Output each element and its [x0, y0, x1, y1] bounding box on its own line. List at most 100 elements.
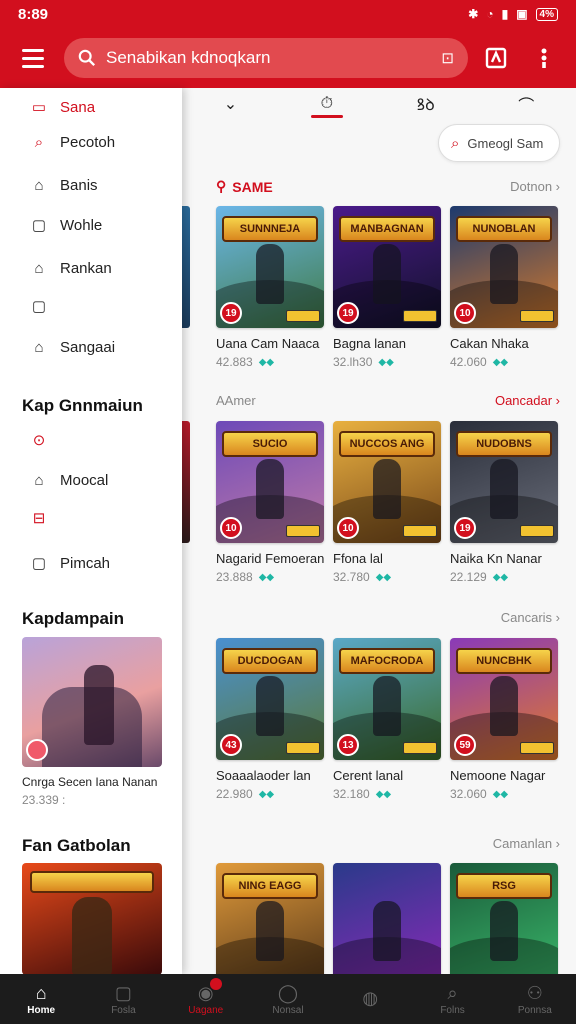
status-icons: ✱ ◔ ▮ ▣ 4%: [468, 7, 558, 21]
see-more-link[interactable]: Oancadar ›: [495, 393, 560, 408]
nav-item[interactable]: ⌂ Home: [0, 974, 82, 1024]
nav-item[interactable]: ◯ Nonsal: [247, 974, 329, 1024]
see-more-link[interactable]: Cancaris ›: [501, 610, 560, 625]
drawer-game-card[interactable]: Cnrga Secen Iana Nanan 23.339 :: [22, 637, 162, 807]
search-chip[interactable]: ⌕ Gmeogl Sam: [438, 124, 560, 162]
drawer-item[interactable]: ▢: [0, 289, 182, 323]
tab-1[interactable]: ⌄: [214, 88, 247, 120]
notification-badge: [209, 978, 222, 990]
partial-card: [182, 421, 190, 543]
tab-bar: ⌄ ⏱ ꝸꝺ ⌒: [182, 88, 576, 120]
price-tag: [286, 525, 320, 537]
nav-icon: ◯: [277, 982, 299, 1003]
game-thumbnail: DUCDOGAN 43: [216, 638, 324, 760]
drawer-item[interactable]: ▭ Sana: [0, 90, 182, 124]
see-more-link[interactable]: Camanlan ›: [493, 836, 560, 851]
signal-icon: ▮: [501, 7, 509, 21]
section-header: Cancaris ›: [216, 610, 560, 625]
drawer-item[interactable]: ⌕ Pecotoh: [0, 125, 182, 159]
drawer-heading: Kapdampain: [22, 609, 125, 628]
drawer-item[interactable]: ⌂ Banis: [0, 168, 182, 202]
age-rating-badge: 59: [454, 734, 476, 756]
drawer-item[interactable]: ▢ Pimcah: [0, 546, 182, 580]
game-card[interactable]: NING EAGG: [216, 863, 324, 974]
bluetooth-icon: ✱: [468, 7, 479, 21]
drawer-item-icon: ⌂: [34, 259, 44, 277]
alarm-icon: ◔: [486, 7, 494, 21]
drawer-item[interactable]: ⊟: [0, 501, 182, 535]
game-card[interactable]: RSG: [450, 863, 558, 974]
game-card[interactable]: SUCIO 10 Nagarid Femoeran 23.888 ◆◆: [216, 421, 324, 584]
nav-item[interactable]: ◉ Uagane: [165, 974, 247, 1024]
nav-item[interactable]: ◍: [329, 974, 411, 1024]
search-input[interactable]: Senabikan kdnoqkarn ⊡: [64, 38, 468, 78]
rating-icon: ◆◆: [375, 571, 392, 583]
price-tag: [403, 310, 437, 322]
game-card[interactable]: MANBAGNAN 19 Bagna lanan 32.lh30 ◆◆: [333, 206, 441, 369]
nav-label: Fosla: [111, 1004, 136, 1016]
drawer-item-icon: ▢: [31, 555, 47, 572]
game-thumbnail: [333, 863, 441, 974]
menu-icon[interactable]: [12, 37, 54, 79]
game-card[interactable]: NUDOBNS 19 Naika Kn Nanar 22.129 ◆◆: [450, 421, 558, 584]
game-card[interactable]: NUCCOS ANG 10 Ffona lal 32.780 ◆◆: [333, 421, 441, 584]
game-card[interactable]: MAFOCRODA 13 Cerent lanal 32.180 ◆◆: [333, 638, 441, 801]
rating-icon: ◆◆: [258, 788, 275, 800]
age-rating-badge: 10: [220, 517, 242, 539]
game-card[interactable]: SUNNNEJA 19 Uana Cam Naaca 42.883 ◆◆: [216, 206, 324, 369]
game-card[interactable]: NUNCBHK 59 Nemoone Nagar 32.060 ◆◆: [450, 638, 558, 801]
drawer-item-icon: ⌂: [34, 176, 44, 194]
nav-item[interactable]: ⌕ Folns: [411, 974, 493, 1024]
tab-4[interactable]: ⌒: [508, 88, 544, 120]
nav-label: Folns: [440, 1004, 465, 1016]
game-logo: SUCIO: [222, 431, 318, 457]
top-app-bar: Senabikan kdnoqkarn ⊡: [0, 28, 576, 88]
game-meta: 32.180 ◆◆: [333, 787, 392, 801]
game-title: Cakan Nhaka: [450, 336, 529, 351]
drawer-item[interactable]: ⌂ Rankan: [0, 251, 182, 285]
store-icon[interactable]: [476, 38, 516, 78]
age-rating-badge: 19: [220, 302, 242, 324]
cast-icon[interactable]: ⊡: [441, 49, 454, 67]
price-tag: [286, 742, 320, 754]
section-header: Camanlan ›: [216, 836, 560, 851]
nav-label: Ponnsa: [517, 1004, 552, 1016]
game-title: Uana Cam Naaca: [216, 336, 320, 351]
price-tag: [520, 310, 554, 322]
nav-label: Nonsal: [272, 1004, 304, 1016]
game-logo: SUNNNEJA: [222, 216, 318, 242]
game-card[interactable]: DUCDOGAN 43 Soaaalaoder lan 22.980 ◆◆: [216, 638, 324, 801]
search-chip-label: Gmeogl Sam: [467, 135, 544, 151]
drawer-game-card[interactable]: [22, 863, 162, 974]
partial-card: [182, 206, 190, 328]
rating-icon: ◆◆: [258, 571, 275, 583]
tab-3[interactable]: ꝸꝺ: [407, 88, 445, 120]
age-rating-badge: 13: [337, 734, 359, 756]
navigation-drawer: ▭ Sana ⌕ Pecotoh ⌂ Banis ▢ Wohle ⌂ Rankan ▢ ⌂ Sangaa…: [0, 88, 182, 974]
game-meta: 22.980 ◆◆: [216, 787, 275, 801]
more-options-icon[interactable]: [524, 38, 564, 78]
drawer-item[interactable]: ⌂ Sangaai: [0, 330, 182, 364]
price-tag: [520, 525, 554, 537]
drawer-item[interactable]: ▢ Wohle: [0, 208, 182, 242]
game-thumbnail: NUNOBLAN 10: [450, 206, 558, 328]
drawer-heading: Fan Gatbolan: [22, 836, 131, 855]
game-thumbnail: SUNNNEJA 19: [216, 206, 324, 328]
nav-item[interactable]: ⚇ Ponnsa: [494, 974, 576, 1024]
section-header: ⚲ SAME Dotnon ›: [216, 178, 560, 195]
game-meta: 22.129 ◆◆: [450, 570, 509, 584]
age-rating-badge: 10: [454, 302, 476, 324]
age-rating-badge: 19: [337, 302, 359, 324]
search-icon: [78, 49, 96, 67]
nav-label: Home: [27, 1004, 56, 1016]
drawer-item[interactable]: ⊙: [0, 423, 182, 457]
game-card[interactable]: NUNOBLAN 10 Cakan Nhaka 42.060 ◆◆: [450, 206, 558, 369]
game-logo: NUDOBNS: [456, 431, 552, 457]
game-logo: MANBAGNAN: [339, 216, 435, 242]
see-more-link[interactable]: Dotnon ›: [510, 179, 560, 194]
game-card[interactable]: [333, 863, 441, 974]
tab-2[interactable]: ⏱: [310, 88, 344, 120]
nav-item[interactable]: ▢ Fosla: [82, 974, 164, 1024]
drawer-item[interactable]: ⌂ Moocal: [0, 463, 182, 497]
game-thumbnail: MAFOCRODA 13: [333, 638, 441, 760]
